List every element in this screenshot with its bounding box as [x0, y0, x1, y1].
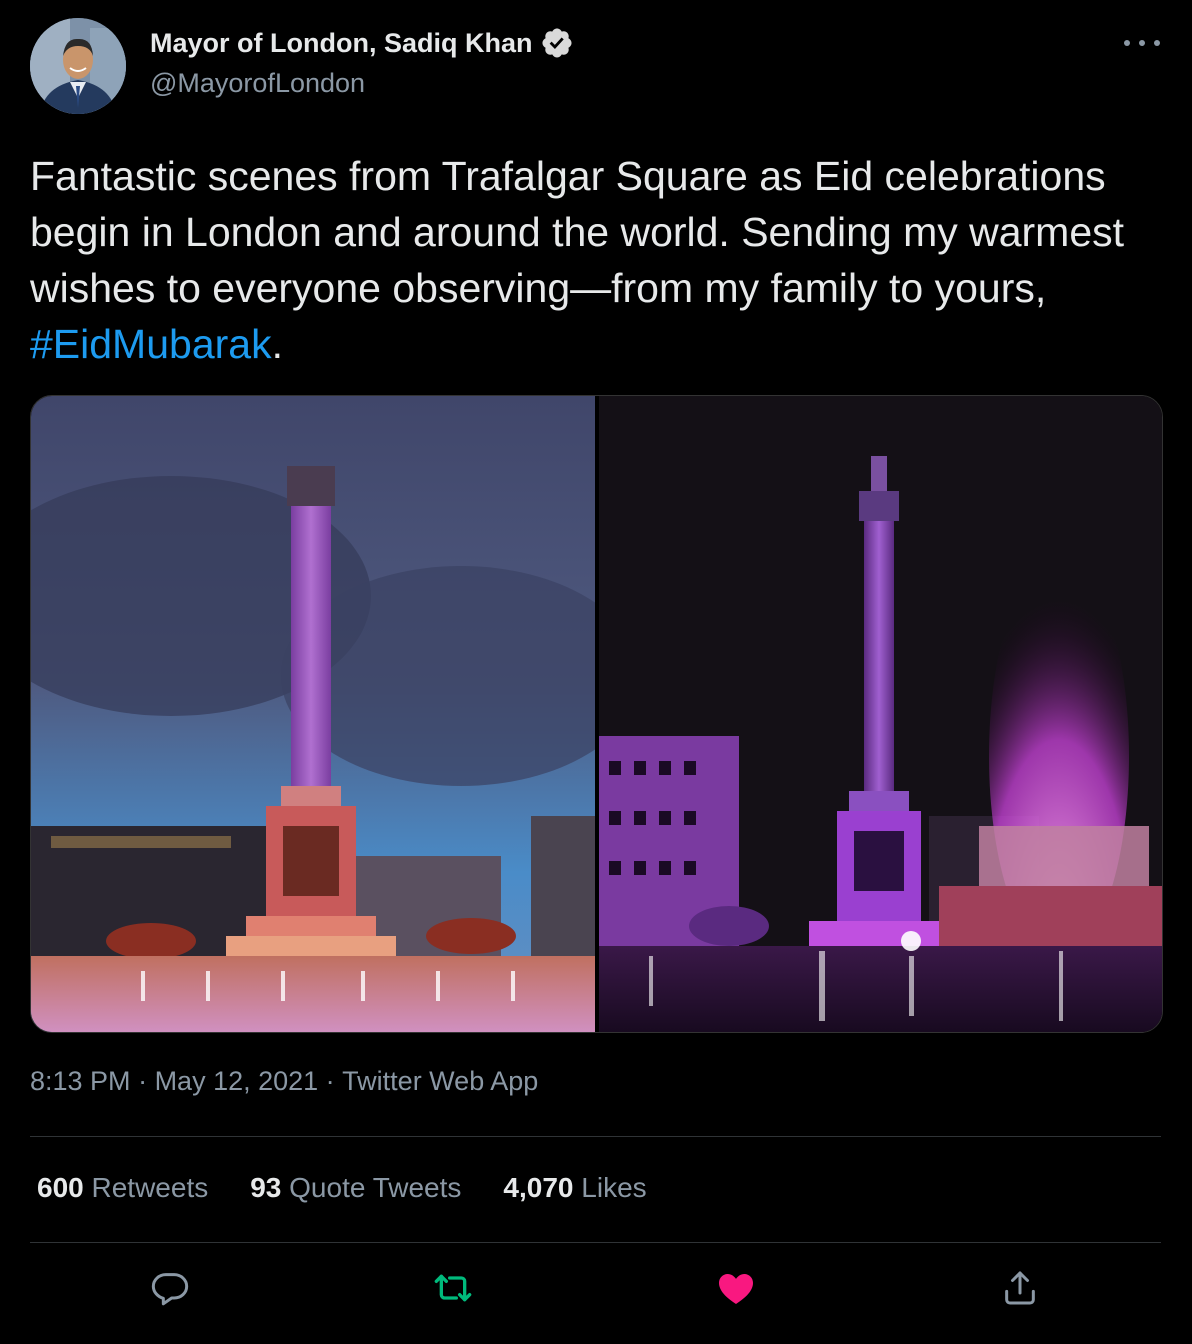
- divider: [30, 1242, 1161, 1243]
- author-name-row[interactable]: Mayor of London, Sadiq Khan: [150, 26, 574, 60]
- tweet-card: Mayor of London, Sadiq Khan @MayorofLond…: [0, 0, 1192, 1344]
- quote-tweets-count: 93: [250, 1172, 282, 1203]
- media-grid: [30, 395, 1163, 1033]
- tweet-text: Fantastic scenes from Trafalgar Square a…: [30, 148, 1160, 372]
- profile-photo-icon: [30, 18, 126, 114]
- like-button[interactable]: [714, 1264, 758, 1312]
- photo-trafalgar-night[interactable]: [599, 396, 1162, 1032]
- tweet-time[interactable]: 8:13 PM: [30, 1066, 131, 1097]
- tweet-date[interactable]: May 12, 2021: [155, 1066, 319, 1097]
- share-button[interactable]: [998, 1264, 1042, 1312]
- tweet-text-end: .: [271, 321, 283, 367]
- avatar[interactable]: [30, 18, 126, 114]
- tweet-stats: 600 Retweets 93 Quote Tweets 4,070 Likes: [37, 1172, 647, 1204]
- more-options-icon[interactable]: [1124, 28, 1160, 58]
- reply-icon: [151, 1273, 189, 1306]
- tweet-source[interactable]: Twitter Web App: [342, 1066, 538, 1097]
- action-bar: [0, 1264, 1192, 1320]
- photo-trafalgar-dusk-icon: [31, 396, 595, 1032]
- retweets-stat[interactable]: 600 Retweets: [37, 1172, 208, 1204]
- likes-label: Likes: [581, 1172, 647, 1203]
- likes-count: 4,070: [503, 1172, 574, 1203]
- quote-tweets-stat[interactable]: 93 Quote Tweets: [250, 1172, 461, 1204]
- quote-tweets-label: Quote Tweets: [289, 1172, 462, 1203]
- photo-trafalgar-night-icon: [599, 396, 1162, 1032]
- heart-icon: [719, 1274, 753, 1304]
- verified-badge-icon: [542, 28, 573, 58]
- tweet-meta: 8:13 PM · May 12, 2021 · Twitter Web App: [30, 1066, 538, 1097]
- tweet-text-main: Fantastic scenes from Trafalgar Square a…: [30, 153, 1125, 311]
- reply-button[interactable]: [148, 1264, 192, 1312]
- meta-separator: ·: [318, 1066, 343, 1096]
- hashtag-link[interactable]: #EidMubarak: [30, 321, 272, 367]
- retweet-icon: [434, 1274, 472, 1302]
- share-icon: [1005, 1271, 1035, 1305]
- retweets-count: 600: [37, 1172, 84, 1203]
- meta-separator: ·: [130, 1066, 155, 1096]
- retweets-label: Retweets: [91, 1172, 209, 1203]
- divider: [30, 1136, 1161, 1137]
- author-display-name[interactable]: Mayor of London, Sadiq Khan: [150, 28, 532, 59]
- author-handle[interactable]: @MayorofLondon: [150, 68, 365, 99]
- likes-stat[interactable]: 4,070 Likes: [503, 1172, 646, 1204]
- photo-trafalgar-dusk[interactable]: [31, 396, 595, 1032]
- retweet-button[interactable]: [431, 1264, 475, 1312]
